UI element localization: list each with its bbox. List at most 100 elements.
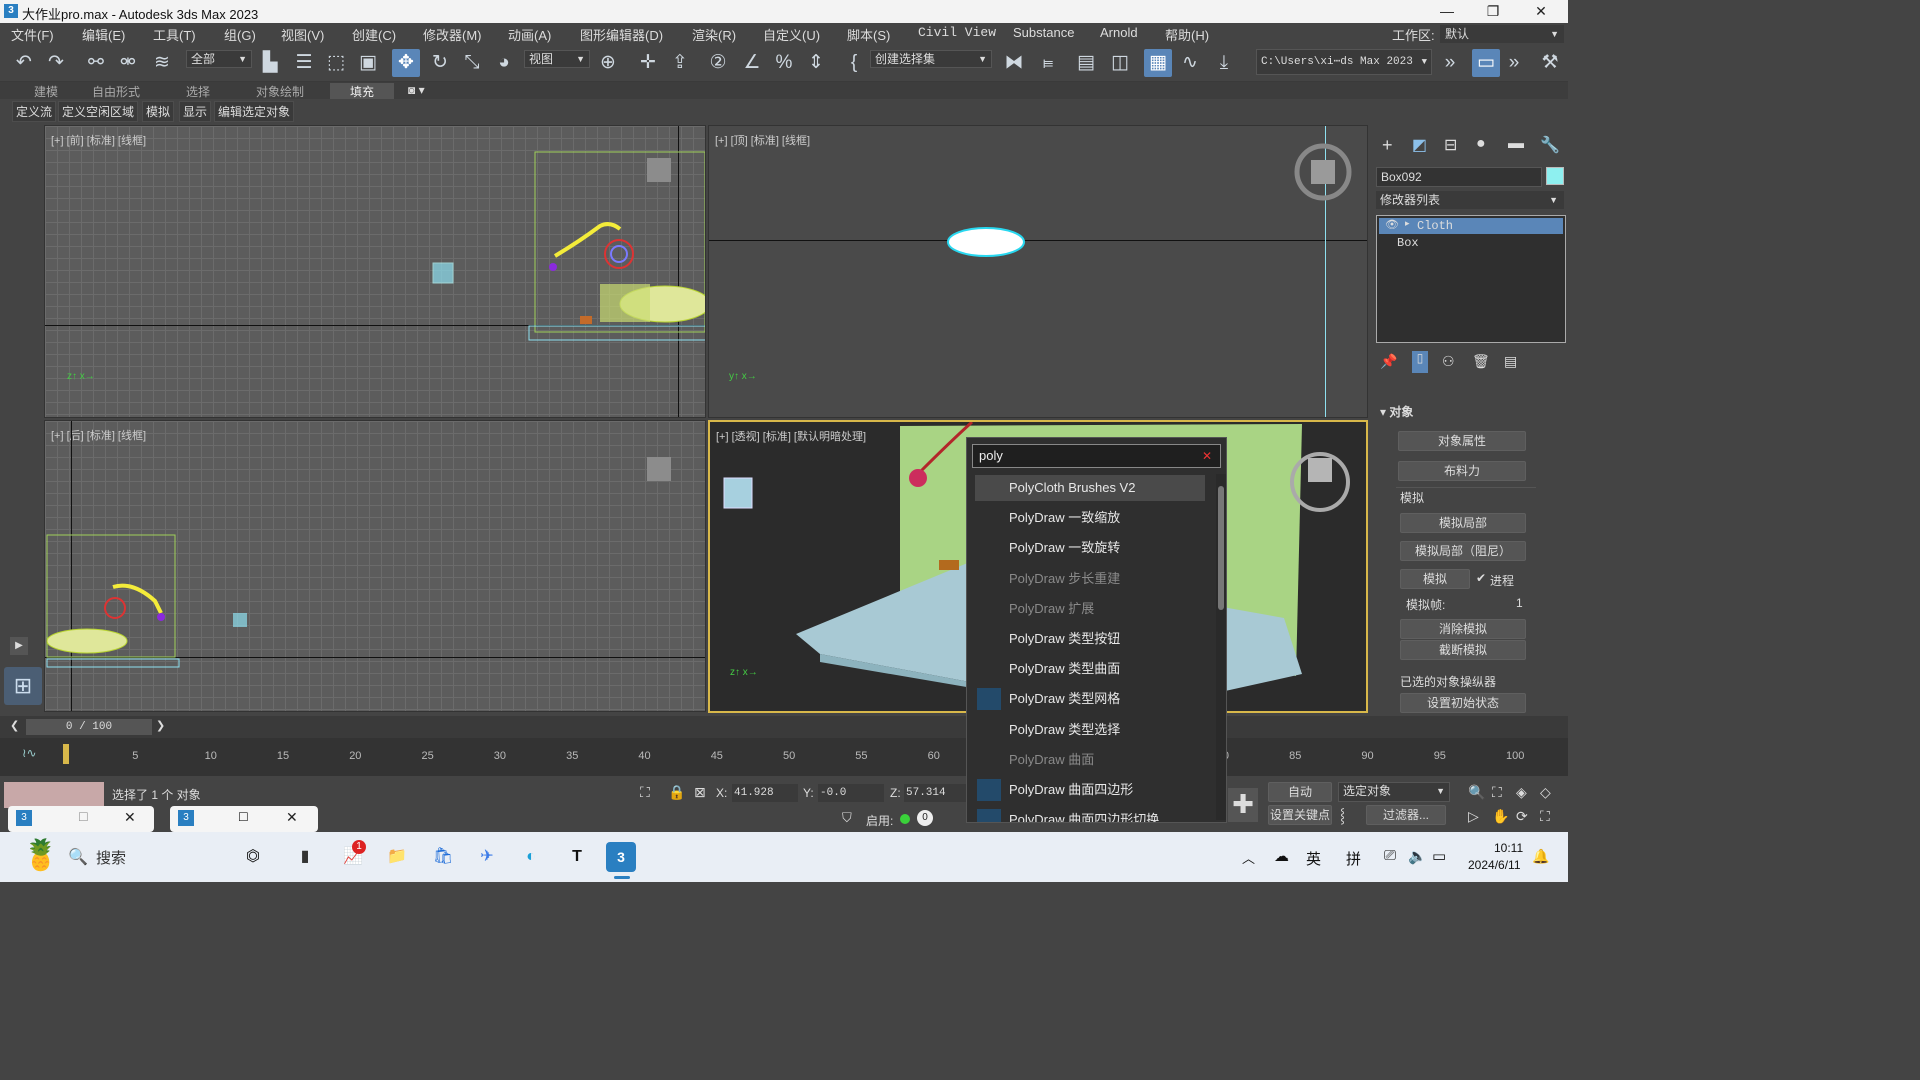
key-filters-button[interactable]: 过滤器... (1366, 805, 1446, 825)
modify-tab-icon[interactable]: ◩ (1412, 135, 1427, 155)
move-icon[interactable]: ✥ (392, 49, 420, 77)
rollout-object-header[interactable]: ▾ 对象 (1380, 403, 1413, 420)
menu-graph-editors[interactable]: 图形编辑器(D) (580, 25, 663, 44)
maximize-viewport-icon[interactable]: ⛶ (1540, 808, 1550, 825)
eye-icon[interactable]: 👁 (1385, 218, 1399, 231)
next-frame-icon[interactable]: ❯ (156, 719, 165, 732)
object-color-swatch[interactable] (1546, 167, 1564, 185)
set-key-icon[interactable]: ✚ (1228, 788, 1258, 822)
menu-scripting[interactable]: 脚本(S) (847, 25, 890, 44)
simulate-button[interactable]: 模拟 (142, 101, 175, 122)
3dsmax-taskbar-icon[interactable]: 3 (606, 842, 636, 872)
auto-key-button[interactable]: 自动 (1268, 782, 1332, 802)
selection-filter-dropdown[interactable]: 全部 ▼ (186, 50, 252, 68)
modifier-list-dropdown[interactable]: 修改器列表 ▼ (1376, 191, 1564, 209)
named-selection-dropdown[interactable]: 创建选择集 ▼ (870, 50, 992, 68)
search-result-item[interactable]: PolyDraw 类型网格 (975, 686, 1205, 712)
configure-sets-icon[interactable]: ▤ (1504, 353, 1517, 370)
simulate-local-button[interactable]: 模拟局部 (1400, 513, 1526, 533)
bind-spacewarp-icon[interactable]: ≋ (148, 49, 176, 77)
search-result-item[interactable]: PolyDraw 类型曲面 (975, 656, 1205, 682)
show-end-result-icon[interactable]: ▯ (1412, 351, 1428, 373)
remove-modifier-icon[interactable]: 🗑 (1472, 353, 1490, 370)
redo-icon[interactable]: ↷ (42, 49, 70, 77)
ribbon-options-icon[interactable]: ◙ ▾ (408, 83, 425, 97)
pan-icon[interactable]: ✋ (1492, 808, 1509, 825)
select-manipulate-icon[interactable]: ✛ (634, 49, 662, 77)
menu-customize[interactable]: 自定义(U) (763, 25, 820, 44)
expand-arrow-icon[interactable]: ▸ (1405, 218, 1410, 229)
viewport-layout-icon[interactable]: ⊞ (4, 667, 42, 705)
layer-explorer-icon[interactable]: ◫ (1106, 49, 1134, 77)
grid-toggle-icon[interactable]: 0 (917, 810, 933, 826)
taskbar-thumbnail-2[interactable]: 3 ☐ ✕ (170, 806, 318, 832)
lock-icon[interactable]: 🔒 (668, 784, 685, 801)
rotate-icon[interactable]: ↻ (426, 49, 454, 77)
tab-modeling[interactable]: 建模 (34, 83, 58, 100)
x-coordinate-field[interactable]: 41.928 (732, 784, 798, 802)
mirror-icon[interactable]: ⧓ (1000, 49, 1028, 77)
keyboard-shortcut-icon[interactable]: ⇪ (666, 49, 694, 77)
menu-tools[interactable]: 工具(T) (153, 25, 196, 44)
ribbon-toggle-icon[interactable]: ▦ (1144, 49, 1172, 77)
search-result-item[interactable]: PolyCloth Brushes V2 (975, 475, 1205, 501)
scale-icon[interactable]: ⤡ (458, 49, 486, 77)
utilities-tab-icon[interactable]: 🔧 (1540, 135, 1560, 155)
rect-selection-icon[interactable]: ⬚ (322, 49, 350, 77)
search-icon[interactable]: 🔍 (68, 847, 88, 867)
object-name-field[interactable]: Box092 (1376, 167, 1542, 187)
menu-view[interactable]: 视图(V) (281, 25, 324, 44)
select-by-name-icon[interactable]: ☰ (290, 49, 318, 77)
workspace-dropdown[interactable]: 默认 ▼ (1440, 25, 1564, 43)
maximize-icon[interactable]: ☐ (238, 810, 249, 824)
isolate-icon[interactable]: ⛶ (640, 784, 650, 801)
search-result-item[interactable]: PolyDraw 曲面四边形切换 (975, 807, 1205, 822)
object-properties-button[interactable]: 对象属性 (1398, 431, 1526, 451)
display-button[interactable]: 显示 (179, 101, 212, 122)
stack-item-box[interactable]: Box (1397, 236, 1419, 250)
tab-freeform[interactable]: 自由形式 (92, 83, 140, 100)
erase-simulation-button[interactable]: 消除模拟 (1400, 619, 1526, 639)
simulate-local-damped-button[interactable]: 模拟局部（阻尼） (1400, 541, 1526, 561)
simulate-cloth-button[interactable]: 模拟 (1400, 569, 1470, 589)
menu-file[interactable]: 文件(F) (11, 25, 54, 44)
progress-checkbox[interactable]: ✔ (1476, 571, 1486, 585)
key-filter-dropdown[interactable]: 选定对象 ▼ (1338, 782, 1450, 802)
adaptive-degradation-icon[interactable]: ⛉ (842, 810, 852, 826)
field-of-view-icon[interactable]: ▷ (1468, 808, 1479, 825)
tab-populate[interactable]: 填充 (330, 83, 395, 100)
render-icon[interactable]: ⚒ (1536, 49, 1564, 77)
play-icon[interactable]: ▶ (10, 637, 28, 655)
menu-create[interactable]: 创建(C) (352, 25, 396, 44)
key-mode-icon[interactable]: ⸾ (1340, 806, 1345, 825)
menu-help[interactable]: 帮助(H) (1165, 25, 1209, 44)
y-coordinate-field[interactable]: -0.0 (818, 784, 884, 802)
viewport-front[interactable]: [+] [前] [标准] [线框] z↑ x→ (44, 125, 706, 418)
track-bar[interactable]: ≀∿ 5101520253035404550556065707580859095… (0, 738, 1568, 776)
edit-selected-button[interactable]: 编辑选定对象 (214, 101, 295, 122)
truncate-simulation-button[interactable]: 截断模拟 (1400, 640, 1526, 660)
search-result-item[interactable]: PolyDraw 一致缩放 (975, 505, 1205, 531)
onedrive-icon[interactable]: ☁ (1274, 847, 1289, 865)
hierarchy-tab-icon[interactable]: ⊟ (1444, 135, 1457, 155)
results-scrollbar[interactable] (1216, 474, 1226, 820)
menu-substance[interactable]: Substance (1013, 25, 1074, 40)
z-coordinate-field[interactable]: 57.314 (904, 784, 966, 802)
zoom-icon[interactable]: 🔍 (1468, 784, 1485, 801)
tab-object-paint[interactable]: 对象绘制 (256, 83, 304, 100)
search-result-item[interactable]: PolyDraw 类型按钮 (975, 626, 1205, 652)
notifications-icon[interactable]: 🔔 (1532, 848, 1549, 865)
viewport-back[interactable]: [+] [后] [标准] [线框] (44, 420, 706, 712)
close-icon[interactable]: ✕ (124, 809, 136, 826)
start-pineapple-icon[interactable]: 🍍 (20, 836, 62, 878)
percent-snap-icon[interactable]: % (770, 49, 798, 77)
menu-animation[interactable]: 动画(A) (508, 25, 551, 44)
zoom-extents-icon[interactable]: ◈ (1516, 784, 1527, 801)
ref-coord-dropdown[interactable]: 视图 ▼ (524, 50, 590, 68)
menu-rendering[interactable]: 渲染(R) (692, 25, 736, 44)
store-icon[interactable]: 🛍 (428, 842, 458, 872)
define-flows-button[interactable]: 定义流 (12, 101, 57, 122)
select-object-icon[interactable]: ▙ (256, 49, 284, 77)
search-result-item[interactable]: PolyDraw 曲面 (975, 747, 1205, 773)
angle-snap-icon[interactable]: ∠ (738, 49, 766, 77)
